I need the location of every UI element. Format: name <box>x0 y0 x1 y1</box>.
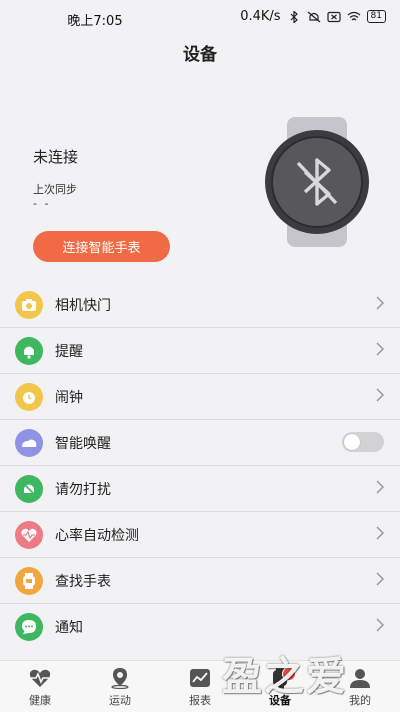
mute-icon <box>15 475 43 503</box>
network-speed: 0.4K/s <box>240 9 281 24</box>
chevron-right-icon <box>376 388 385 402</box>
chevron-right-icon <box>376 342 385 356</box>
heart-rate-icon <box>15 521 43 549</box>
profile-icon <box>350 669 370 688</box>
chevron-right-icon <box>376 296 385 310</box>
chevron-right-icon <box>376 480 385 494</box>
find-watch-icon <box>15 567 43 595</box>
chat-icon <box>15 613 43 641</box>
chevron-right-icon <box>376 618 385 632</box>
connection-status: 未连接 <box>33 148 79 166</box>
camera-icon <box>15 291 43 319</box>
last-sync-value: - - <box>33 197 51 210</box>
menu-item-label: 通知 <box>55 620 83 636</box>
tab-label: 运动 <box>109 694 131 707</box>
bell-icon <box>15 337 43 365</box>
wifi-icon <box>347 11 360 20</box>
tab-label: 健康 <box>29 694 51 707</box>
last-sync-label: 上次同步 <box>33 183 77 196</box>
chart-icon <box>190 669 210 687</box>
status-indicators: 0.4K/s 81 <box>240 9 386 24</box>
menu-item-heart-rate[interactable]: 心率自动检测 <box>0 512 400 558</box>
smart-wake-toggle[interactable] <box>342 432 384 452</box>
page-title: 设备 <box>183 45 217 65</box>
menu-item-notification[interactable]: 通知 <box>0 604 400 649</box>
menu-item-reminder[interactable]: 提醒 <box>0 328 400 374</box>
menu-item-label: 相机快门 <box>55 298 111 314</box>
status-time: 晚上7:05 <box>67 14 123 29</box>
location-pin-icon <box>111 668 129 689</box>
chevron-right-icon <box>376 572 385 586</box>
menu-item-label: 提醒 <box>55 344 83 360</box>
menu-item-alarm[interactable]: 闹钟 <box>0 374 400 420</box>
sleep-icon <box>15 429 43 457</box>
settings-menu: 相机快门 提醒 闹钟 智能唤醒 请勿打扰 心率自动检测 查找手表 通知 <box>0 282 400 649</box>
menu-item-label: 查找手表 <box>55 574 111 590</box>
menu-item-label: 请勿打扰 <box>55 482 111 498</box>
no-sim-icon <box>326 11 341 22</box>
mute-bell-icon <box>307 11 320 22</box>
bluetooth-icon <box>290 10 298 23</box>
tab-sport[interactable]: 运动 <box>80 661 160 712</box>
heart-pulse-icon <box>29 669 51 687</box>
menu-item-label: 心率自动检测 <box>55 528 139 544</box>
watch-illustration <box>265 117 369 247</box>
toggle-knob <box>344 434 360 450</box>
menu-item-find-watch[interactable]: 查找手表 <box>0 558 400 604</box>
menu-item-do-not-disturb[interactable]: 请勿打扰 <box>0 466 400 512</box>
chevron-right-icon <box>376 526 385 540</box>
battery-indicator: 81 <box>366 10 386 23</box>
tab-health[interactable]: 健康 <box>0 661 80 712</box>
menu-item-label: 智能唤醒 <box>55 436 111 452</box>
connect-watch-button[interactable]: 连接智能手表 <box>33 231 170 262</box>
menu-item-camera-shutter[interactable]: 相机快门 <box>0 282 400 328</box>
alarm-clock-icon <box>15 383 43 411</box>
status-bar: 晚上7:05 0.4K/s 81 <box>0 0 400 36</box>
menu-item-label: 闹钟 <box>55 390 83 406</box>
menu-item-smart-wake: 智能唤醒 <box>0 420 400 466</box>
watermark: 盈之爱 <box>222 654 348 700</box>
